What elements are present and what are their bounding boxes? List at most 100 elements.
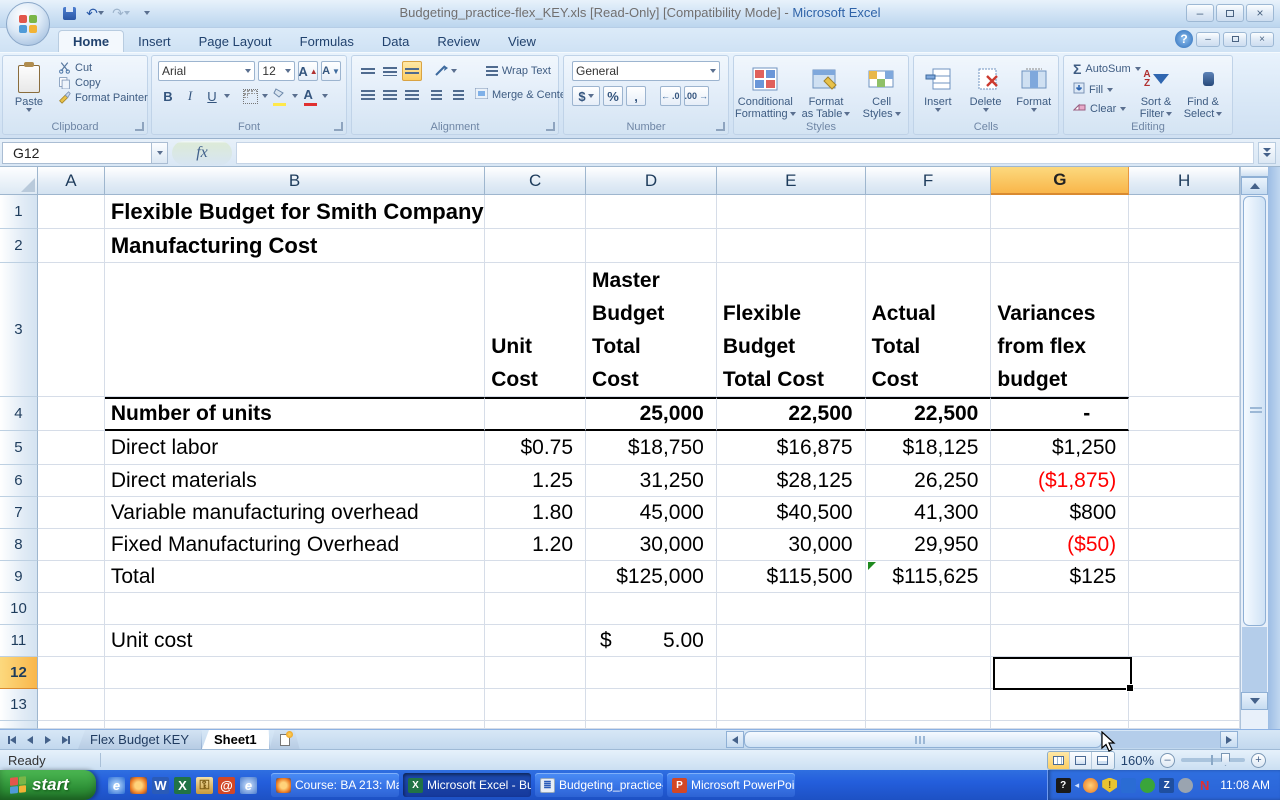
comma-style-button[interactable]: , <box>626 86 646 106</box>
taskbar-button-firefox-course[interactable]: Course: BA 213: Man... <box>271 773 399 797</box>
cell[interactable] <box>485 397 586 431</box>
row-header-3[interactable]: 3 <box>0 263 38 397</box>
align-middle-button[interactable] <box>380 61 400 81</box>
cell-styles-button[interactable]: Cell Styles <box>858 58 906 120</box>
row-header-12-selected[interactable]: 12 <box>0 657 38 689</box>
cell-D6[interactable]: 31,250 <box>586 465 717 497</box>
cell[interactable] <box>586 657 717 689</box>
conditional-formatting-button[interactable]: Conditional Formatting <box>735 58 796 120</box>
cell[interactable] <box>485 689 587 721</box>
column-header-G-selected[interactable]: G <box>991 167 1130 195</box>
bold-button[interactable]: B <box>158 86 178 106</box>
cell-C5[interactable]: $0.75 <box>485 431 587 465</box>
find-select-button[interactable]: Find & Select <box>1180 58 1226 120</box>
firefox-icon[interactable] <box>130 776 147 794</box>
row-header-6[interactable]: 6 <box>0 465 38 497</box>
volume-tray-icon[interactable] <box>1178 777 1194 793</box>
cell-B1[interactable]: Flexible Budget for Smith Company <box>104 195 486 229</box>
orientation-button[interactable] <box>434 61 458 81</box>
cell[interactable] <box>1129 593 1241 625</box>
cell-G7[interactable]: $800 <box>991 497 1130 529</box>
borders-button[interactable] <box>240 86 260 106</box>
column-header-C[interactable]: C <box>485 167 587 195</box>
cell-E7[interactable]: $40,500 <box>716 497 866 529</box>
copy-button[interactable]: Copy <box>55 75 151 90</box>
decrease-decimal-button[interactable]: .00 → <box>683 86 710 106</box>
cell[interactable] <box>485 195 587 229</box>
taskbar-button-budgeting-doc[interactable]: ≣ Budgeting_practice-fl... <box>535 773 663 797</box>
column-header-A[interactable]: A <box>37 167 105 195</box>
vertical-scroll-track[interactable] <box>1242 627 1267 692</box>
row-header-14[interactable] <box>0 721 38 729</box>
cell[interactable] <box>1129 397 1240 431</box>
cell-E4[interactable]: 22,500 <box>716 397 866 431</box>
font-size-combo[interactable]: 12 <box>258 61 295 81</box>
cell-G8[interactable]: ($50) <box>991 529 1130 561</box>
tab-review[interactable]: Review <box>423 31 494 52</box>
cell-B5[interactable]: Direct labor <box>104 431 486 465</box>
cell[interactable] <box>485 593 587 625</box>
delete-cells-button[interactable]: Delete <box>969 58 1003 112</box>
cell[interactable] <box>37 625 105 657</box>
cell-F7[interactable]: 41,300 <box>865 497 992 529</box>
cell-F6[interactable]: 26,250 <box>865 465 992 497</box>
cell-B2[interactable]: Manufacturing Cost <box>104 229 486 263</box>
row-header-5[interactable]: 5 <box>0 431 38 465</box>
sheet-tab-flex-budget-key[interactable]: Flex Budget KEY <box>78 730 202 749</box>
number-dialog-launcher[interactable] <box>716 122 725 131</box>
page-break-view-button[interactable] <box>1091 751 1114 769</box>
fill-color-dropdown[interactable] <box>292 94 298 98</box>
cell[interactable] <box>37 431 105 465</box>
row-header-4[interactable]: 4 <box>0 397 38 431</box>
italic-button[interactable]: I <box>180 86 200 106</box>
cell[interactable] <box>37 195 105 229</box>
cell[interactable] <box>586 593 717 625</box>
format-as-table-button[interactable]: Format as Table <box>799 58 853 120</box>
cell[interactable] <box>37 593 105 625</box>
cell[interactable] <box>37 465 105 497</box>
cell-C8[interactable]: 1.20 <box>485 529 587 561</box>
cell-B6[interactable]: Direct materials <box>104 465 486 497</box>
align-center-button[interactable] <box>380 85 400 105</box>
zoom-in-button[interactable]: + <box>1251 752 1266 768</box>
workbook-restore-button[interactable] <box>1223 31 1247 47</box>
cell[interactable] <box>716 657 866 689</box>
horizontal-scroll-thumb[interactable] <box>744 731 1102 748</box>
wrap-text-button[interactable]: Wrap Text <box>483 64 554 78</box>
cell[interactable] <box>1129 263 1240 397</box>
cell-G3[interactable]: Variances from flex budget <box>991 263 1130 397</box>
scroll-right-button[interactable] <box>1220 731 1238 748</box>
cell[interactable] <box>865 229 992 263</box>
cell-F9[interactable]: $115,625 <box>865 561 992 593</box>
cell[interactable] <box>716 195 866 229</box>
cell[interactable] <box>104 689 486 721</box>
fill-color-button[interactable] <box>270 86 290 106</box>
cell-F8[interactable]: 29,950 <box>865 529 992 561</box>
cell[interactable] <box>586 195 717 229</box>
cell-D5[interactable]: $18,750 <box>586 431 717 465</box>
cell[interactable] <box>716 689 866 721</box>
cell-E5[interactable]: $16,875 <box>716 431 866 465</box>
align-top-button[interactable] <box>358 61 378 81</box>
tab-insert[interactable]: Insert <box>124 31 185 52</box>
minimize-button[interactable]: – <box>1186 4 1214 22</box>
cell[interactable] <box>104 263 486 397</box>
cell-B4[interactable]: Number of units <box>104 397 486 431</box>
cell[interactable] <box>716 625 866 657</box>
cell[interactable] <box>991 593 1130 625</box>
help-tray-icon[interactable]: ? <box>1055 777 1071 793</box>
taskbar-button-powerpoint[interactable]: P Microsoft PowerPoint ... <box>667 773 795 797</box>
format-cells-button[interactable]: Format <box>1016 58 1051 112</box>
cell-B7[interactable]: Variable manufacturing overhead <box>104 497 486 529</box>
cell[interactable] <box>1129 625 1240 657</box>
office-button[interactable] <box>6 2 50 46</box>
cell[interactable] <box>865 721 992 729</box>
cell[interactable] <box>865 593 992 625</box>
cell[interactable] <box>104 721 486 729</box>
taskbar-button-excel-active[interactable]: X Microsoft Excel - Bud... <box>403 773 531 797</box>
cell-C6[interactable]: 1.25 <box>485 465 587 497</box>
format-painter-button[interactable]: Format Painter <box>55 90 151 105</box>
cell-D8[interactable]: 30,000 <box>586 529 717 561</box>
norton-tray-icon[interactable]: N <box>1197 778 1212 793</box>
cell[interactable] <box>37 657 105 689</box>
